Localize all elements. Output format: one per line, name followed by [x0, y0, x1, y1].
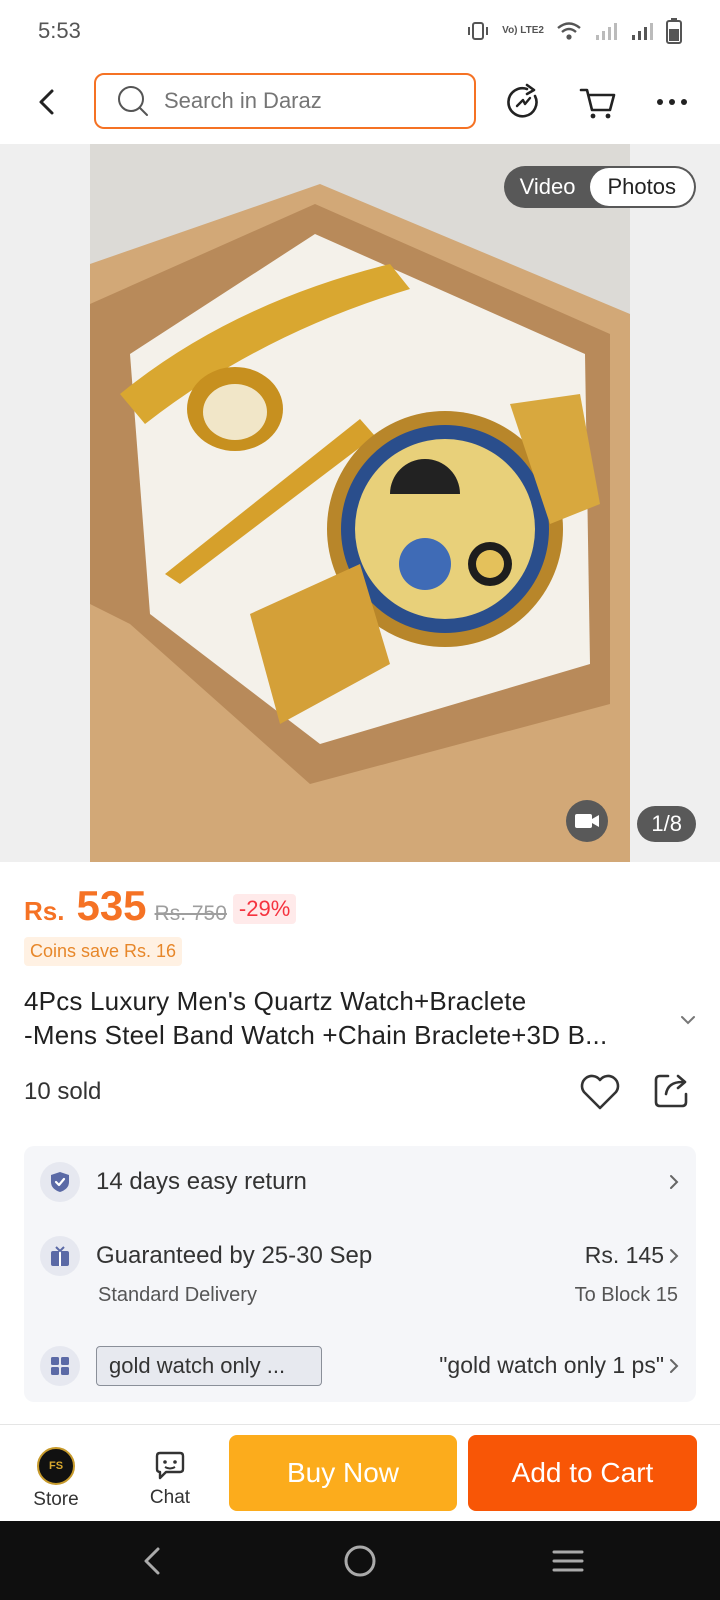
- discount-badge: -29%: [232, 894, 297, 924]
- bottom-action-bar: FS Store Chat Buy Now Add to Cart: [0, 1425, 720, 1521]
- coins-badge: Coins save Rs. 16: [24, 937, 183, 966]
- delivery-gift-icon: [40, 1236, 80, 1276]
- delivery-chevron-icon[interactable]: [666, 1248, 682, 1264]
- toggle-photos[interactable]: Photos: [589, 168, 694, 206]
- variant-chevron-icon[interactable]: [666, 1358, 682, 1374]
- more-options-icon[interactable]: [652, 82, 692, 122]
- status-bar: 5:53 Vo) LTE2: [0, 0, 720, 62]
- search-input[interactable]: Search in Daraz: [94, 73, 476, 129]
- original-price: Rs. 750: [154, 902, 227, 925]
- system-nav-bar: [0, 1521, 720, 1600]
- delivery-location: To Block 15: [574, 1284, 678, 1306]
- media-toggle[interactable]: Video Photos: [503, 166, 696, 208]
- returns-text[interactable]: 14 days easy return: [96, 1168, 307, 1196]
- volte-icon: Vo) LTE2: [502, 25, 544, 36]
- product-title-line-2: -Mens Steel Band Watch +Chain Braclete+3…: [24, 1020, 608, 1050]
- delivery-guarantee[interactable]: Guaranteed by 25-30 Sep: [96, 1242, 372, 1270]
- delivery-type: Standard Delivery: [98, 1284, 257, 1306]
- price-currency: Rs.: [24, 896, 65, 926]
- product-photo[interactable]: [90, 144, 630, 862]
- chat-button[interactable]: Chat: [140, 1447, 200, 1509]
- cart-icon[interactable]: [578, 82, 618, 122]
- search-icon: [118, 86, 148, 116]
- header: Search in Daraz: [0, 62, 720, 144]
- toggle-video[interactable]: Video: [520, 174, 576, 200]
- refresh-icon[interactable]: [503, 82, 543, 122]
- share-icon[interactable]: [652, 1070, 692, 1110]
- chat-icon: [155, 1451, 185, 1480]
- price-value: 535: [76, 882, 147, 929]
- status-time: 5:53: [38, 18, 81, 43]
- store-label: Store: [33, 1489, 79, 1510]
- status-icons: Vo) LTE2: [466, 18, 682, 44]
- video-play-button[interactable]: [566, 800, 608, 842]
- product-title-line-1: 4Pcs Luxury Men's Quartz Watch+Braclete: [24, 986, 527, 1016]
- chat-label: Chat: [149, 1487, 191, 1508]
- nav-recents-icon[interactable]: [548, 1541, 588, 1581]
- selected-variant[interactable]: "gold watch only 1 ps": [439, 1352, 664, 1379]
- video-camera-icon: [575, 814, 599, 828]
- back-arrow-icon[interactable]: [30, 84, 66, 120]
- return-shield-icon: [40, 1162, 80, 1202]
- variant-grid-icon: [40, 1346, 80, 1386]
- add-to-cart-button[interactable]: Add to Cart: [468, 1435, 697, 1511]
- battery-icon: [666, 18, 682, 44]
- signal-icon-2: [632, 23, 653, 40]
- nav-home-icon[interactable]: [340, 1541, 380, 1581]
- store-avatar: FS: [37, 1447, 75, 1485]
- sold-count: 10 sold: [24, 1078, 102, 1105]
- photo-counter: 1/8: [637, 806, 696, 842]
- nav-back-icon[interactable]: [134, 1541, 174, 1581]
- returns-chevron-icon[interactable]: [666, 1174, 682, 1190]
- store-button[interactable]: FS Store: [26, 1447, 86, 1511]
- wifi-icon: [557, 22, 581, 40]
- product-title: 4Pcs Luxury Men's Quartz Watch+Braclete …: [24, 984, 664, 1052]
- chevron-down-icon[interactable]: [678, 1010, 698, 1030]
- product-photo-illustration: [90, 144, 630, 862]
- variant-chip[interactable]: gold watch only ...: [96, 1346, 322, 1386]
- vibrate-icon: [468, 22, 489, 40]
- heart-icon[interactable]: [578, 1070, 622, 1114]
- signal-icon: [596, 23, 617, 40]
- service-info-card: 14 days easy return Guaranteed by 25-30 …: [24, 1146, 696, 1402]
- delivery-fee: Rs. 145: [584, 1242, 664, 1268]
- price-row: Rs. 535 Rs. 750 -29%: [24, 882, 297, 930]
- buy-now-button[interactable]: Buy Now: [229, 1435, 457, 1511]
- product-gallery[interactable]: Video Photos 1/8: [0, 144, 720, 862]
- search-placeholder: Search in Daraz: [164, 88, 322, 113]
